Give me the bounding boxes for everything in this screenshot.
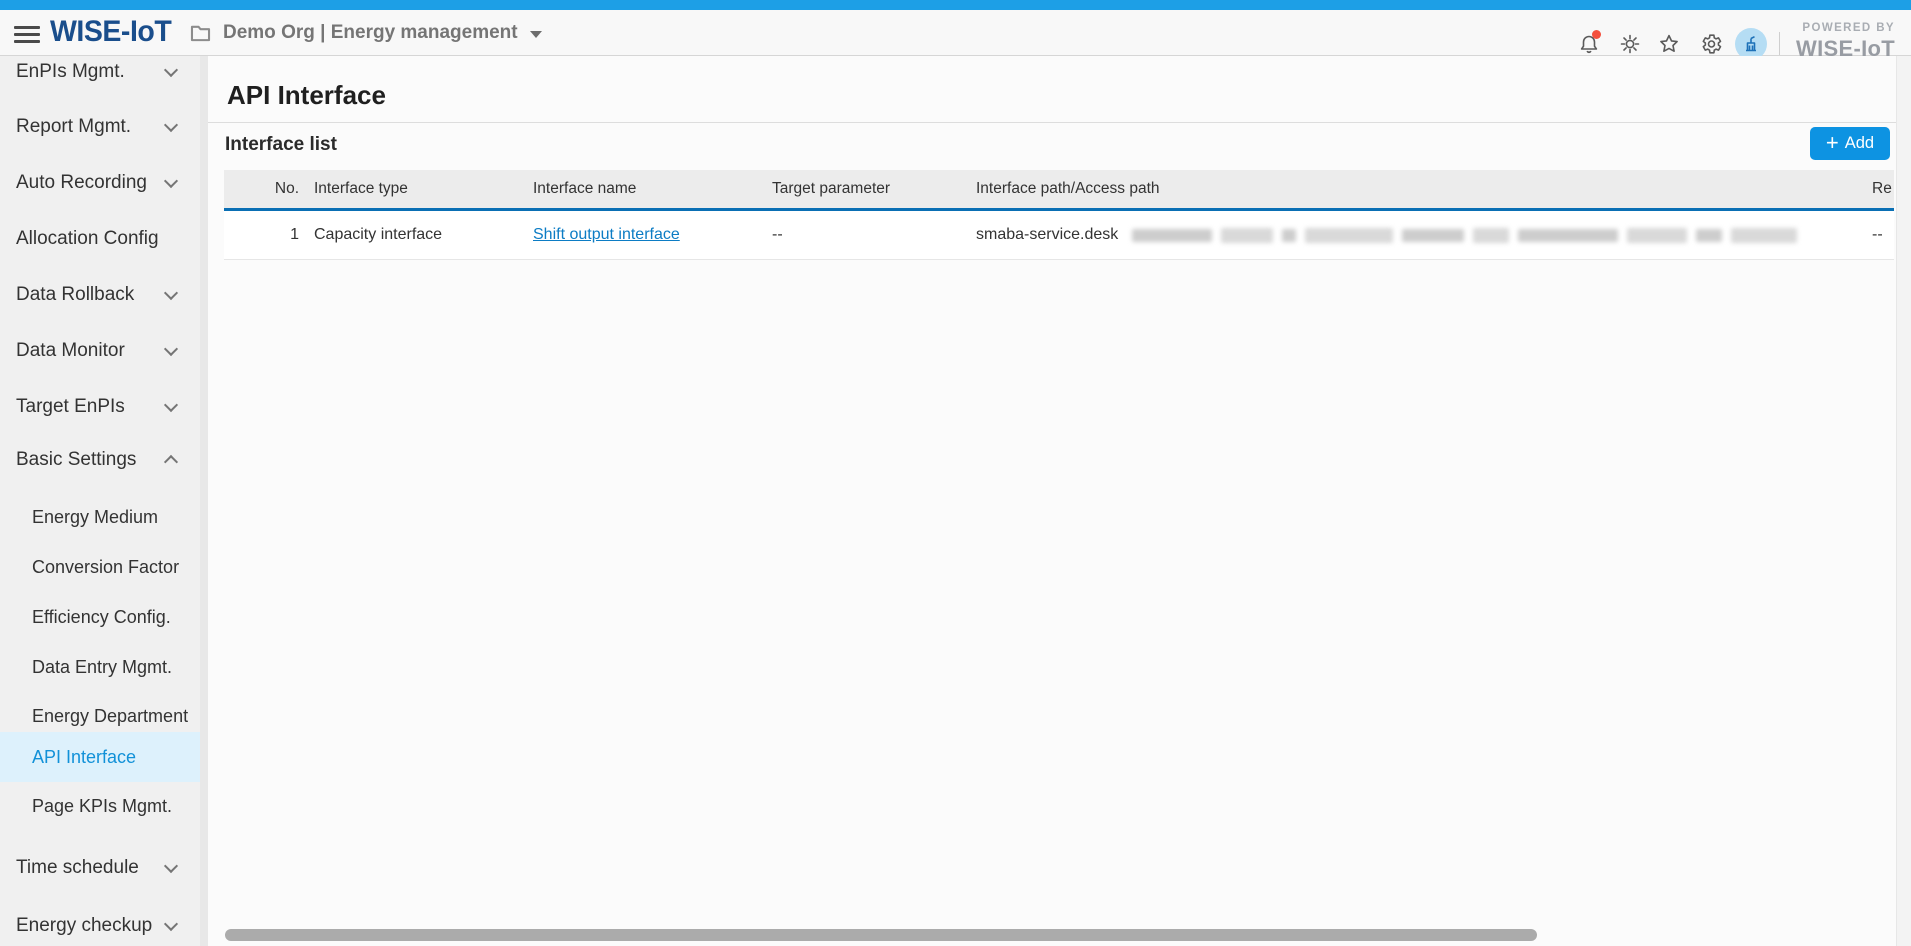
sidebar-item-label: Target EnPIs (16, 396, 125, 417)
powered-by-text: POWERED BY (1796, 23, 1895, 35)
horizontal-scrollbar-thumb[interactable] (225, 929, 1537, 941)
chevron-down-icon (164, 174, 178, 188)
notification-badge (1592, 30, 1601, 39)
sidebar-item-data-monitor[interactable]: Data Monitor (0, 326, 200, 376)
header-divider (1779, 32, 1780, 55)
cell-interface-path: smaba-service.desk (976, 211, 1118, 259)
column-header-target-parameter: Target parameter (772, 170, 890, 208)
org-selector[interactable]: Demo Org | Energy management (190, 10, 542, 56)
folder-icon (190, 24, 211, 42)
vertical-scrollbar-track (1896, 56, 1911, 946)
sidebar-item-label: Energy Department (32, 706, 188, 726)
column-header-no: No. (244, 170, 299, 208)
cell-interface-type: Capacity interface (314, 211, 442, 259)
sidebar-item-label: Energy checkup (16, 915, 152, 936)
sidebar-item-label: Allocation Config (16, 228, 159, 249)
sidebar-item-data-rollback[interactable]: Data Rollback (0, 270, 200, 320)
column-header-re: Re (1872, 170, 1892, 208)
star-icon[interactable] (1657, 32, 1681, 56)
hamburger-icon (14, 26, 40, 29)
cell-remark: -- (1872, 211, 1883, 259)
sidebar-item-allocation-config[interactable]: Allocation Config (0, 214, 200, 264)
sidebar-item-label: Page KPIs Mgmt. (32, 796, 172, 816)
sidebar-item-target-enpis[interactable]: Target EnPIs (0, 382, 200, 432)
sidebar-item-label: Conversion Factor (32, 557, 179, 577)
sidebar-item-label: Energy Medium (32, 507, 158, 527)
sidebar-item-label: Report Mgmt. (16, 116, 131, 137)
chevron-down-icon (164, 63, 178, 77)
chevron-down-icon (164, 398, 178, 412)
gear-icon[interactable] (1699, 32, 1723, 56)
sidebar-item-time-schedule[interactable]: Time schedule (0, 843, 200, 893)
sidebar-item-conversion-factor[interactable]: Conversion Factor (0, 542, 200, 592)
wise-iot-app: WISE-IoT Demo Org | Energy management (0, 0, 1911, 946)
sidebar-item-data-entry-mgmt[interactable]: Data Entry Mgmt. (0, 642, 200, 692)
sidebar-item-efficiency-config[interactable]: Efficiency Config. (0, 592, 200, 642)
sidebar-item-label: Time schedule (16, 857, 139, 878)
redacted-path-blur (1132, 227, 1797, 244)
sidebar-item-label: Data Rollback (16, 284, 134, 305)
chevron-down-icon (530, 31, 542, 38)
org-label: Demo Org | Energy management (223, 22, 518, 44)
menu-toggle-button[interactable] (14, 22, 42, 44)
chevron-up-icon (164, 455, 178, 469)
sidebar-item-label: Auto Recording (16, 172, 147, 193)
interface-name-link[interactable]: Shift output interface (533, 211, 680, 259)
sidebar-item-auto-recording[interactable]: Auto Recording (0, 158, 200, 208)
sidebar-item-label: Efficiency Config. (32, 607, 171, 627)
add-button-label: Add (1845, 134, 1874, 153)
table-row: 1 Capacity interface Shift output interfac… (224, 211, 1894, 260)
sidebar-item-label: Basic Settings (16, 449, 136, 470)
sidebar-item-energy-medium[interactable]: Energy Medium (0, 492, 200, 542)
sidebar-item-label: Data Monitor (16, 340, 125, 361)
sidebar-scrollbar-track (200, 56, 208, 946)
column-header-interface-name: Interface name (533, 170, 636, 208)
powered-by: POWERED BY WISE-IoT (1796, 23, 1895, 60)
sidebar-item-api-interface[interactable]: API Interface (0, 732, 200, 782)
chevron-down-icon (164, 342, 178, 356)
title-divider (208, 122, 1896, 123)
app-header: WISE-IoT Demo Org | Energy management (0, 10, 1911, 56)
top-accent-bar (0, 0, 1911, 10)
sidebar-item-report-mgmt[interactable]: Report Mgmt. (0, 102, 200, 152)
page-title: API Interface (227, 80, 386, 111)
sidebar-item-enpis-mgmt[interactable]: EnPIs Mgmt. (0, 47, 200, 97)
sidebar-item-basic-settings[interactable]: Basic Settings (0, 435, 200, 485)
chevron-down-icon (164, 118, 178, 132)
cell-target-parameter: -- (772, 211, 783, 259)
column-header-interface-type: Interface type (314, 170, 408, 208)
table-header-row: No. Interface type Interface name Target pa… (224, 170, 1894, 211)
plus-icon: + (1826, 132, 1839, 154)
sidebar-item-label: Data Entry Mgmt. (32, 657, 172, 677)
sidebar-item-page-kpis-mgmt[interactable]: Page KPIs Mgmt. (0, 781, 200, 831)
section-title: Interface list (225, 134, 337, 156)
sidebar-item-label: API Interface (32, 747, 136, 767)
add-button[interactable]: + Add (1810, 127, 1890, 160)
chevron-down-icon (164, 286, 178, 300)
sidebar-nav: EnPIs Mgmt. Report Mgmt. Auto Recording All… (0, 56, 200, 946)
chevron-down-icon (164, 917, 178, 931)
brightness-icon[interactable] (1618, 32, 1642, 56)
column-header-interface-path-access-path: Interface path/Access path (976, 170, 1160, 208)
sidebar-item-energy-checkup[interactable]: Energy checkup (0, 901, 200, 946)
sidebar-item-label: EnPIs Mgmt. (16, 61, 125, 82)
cell-no: 1 (244, 211, 299, 259)
organization-icon (1742, 35, 1760, 53)
chevron-down-icon (164, 859, 178, 873)
